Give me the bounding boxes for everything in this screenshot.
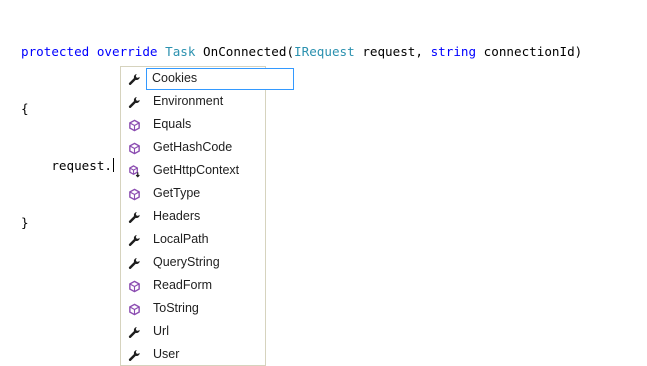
paren-close: ) [574,44,583,59]
intellisense-item-localpath[interactable]: LocalPath [122,229,265,251]
intellisense-item-label: User [153,347,180,361]
method-icon [128,142,141,155]
extension-method-icon [128,165,141,178]
intellisense-item-label: QueryString [153,255,220,269]
intellisense-item-querystring[interactable]: QueryString [122,252,265,274]
wrench-icon [128,211,141,224]
text-caret [113,158,114,172]
code-line-1: protected override Task OnConnected(IReq… [21,42,582,61]
intellisense-popup[interactable]: Cookies Environment Equals GetHashCode GetHt… [120,66,294,366]
keyword-string: string [430,44,477,59]
code-line-3-text: request. [21,158,112,173]
method-icon [128,119,141,132]
intellisense-item-label: Cookies [152,71,198,85]
intellisense-item-headers[interactable]: Headers [122,206,265,228]
wrench-icon [128,96,141,109]
wrench-icon [128,234,141,247]
intellisense-item-readform[interactable]: ReadForm [122,275,265,297]
keyword-override: override [96,44,158,59]
intellisense-item-label: GetHttpContext [153,163,240,177]
method-name: OnConnected [203,44,287,59]
intellisense-item-label: Url [153,324,169,338]
param-request: request [362,44,416,59]
intellisense-item-label: ToString [153,301,199,315]
intellisense-item-label: GetHashCode [153,140,233,154]
code-line-2: { [21,101,29,116]
intellisense-item-label: Environment [153,94,224,108]
wrench-icon [128,257,141,270]
intellisense-item-gethashcode[interactable]: GetHashCode [122,137,265,159]
paren-open: ( [286,44,295,59]
intellisense-item-url[interactable]: Url [122,321,265,343]
intellisense-item-user[interactable]: User [122,344,265,366]
code-line-4: } [21,215,29,230]
wrench-icon [128,349,141,362]
code-line-3: request. [21,156,582,175]
intellisense-item-label: Equals [153,117,192,131]
intellisense-item-environment[interactable]: Environment [122,91,265,113]
intellisense-item-label: Headers [153,209,201,223]
intellisense-item-label: ReadForm [153,278,213,292]
intellisense-item-equals[interactable]: Equals [122,114,265,136]
intellisense-item-cookies[interactable]: Cookies [128,68,294,90]
intellisense-item-gettype[interactable]: GetType [122,183,265,205]
type-task: Task [165,44,196,59]
keyword-protected: protected [21,44,90,59]
method-icon [128,280,141,293]
code-editor[interactable]: protected override Task OnConnected(IReq… [21,4,582,251]
param-connection-id: connectionId [483,44,575,59]
intellisense-item-gethttpcontext[interactable]: GetHttpContext [122,160,265,182]
method-icon [128,303,141,316]
comma: , [415,44,423,59]
intellisense-item-label: GetType [153,186,201,200]
intellisense-item-label: LocalPath [153,232,209,246]
type-irequest: IRequest [294,44,355,59]
intellisense-item-tostring[interactable]: ToString [122,298,265,320]
wrench-icon [128,326,141,339]
method-icon [128,188,141,201]
wrench-icon [128,73,141,86]
